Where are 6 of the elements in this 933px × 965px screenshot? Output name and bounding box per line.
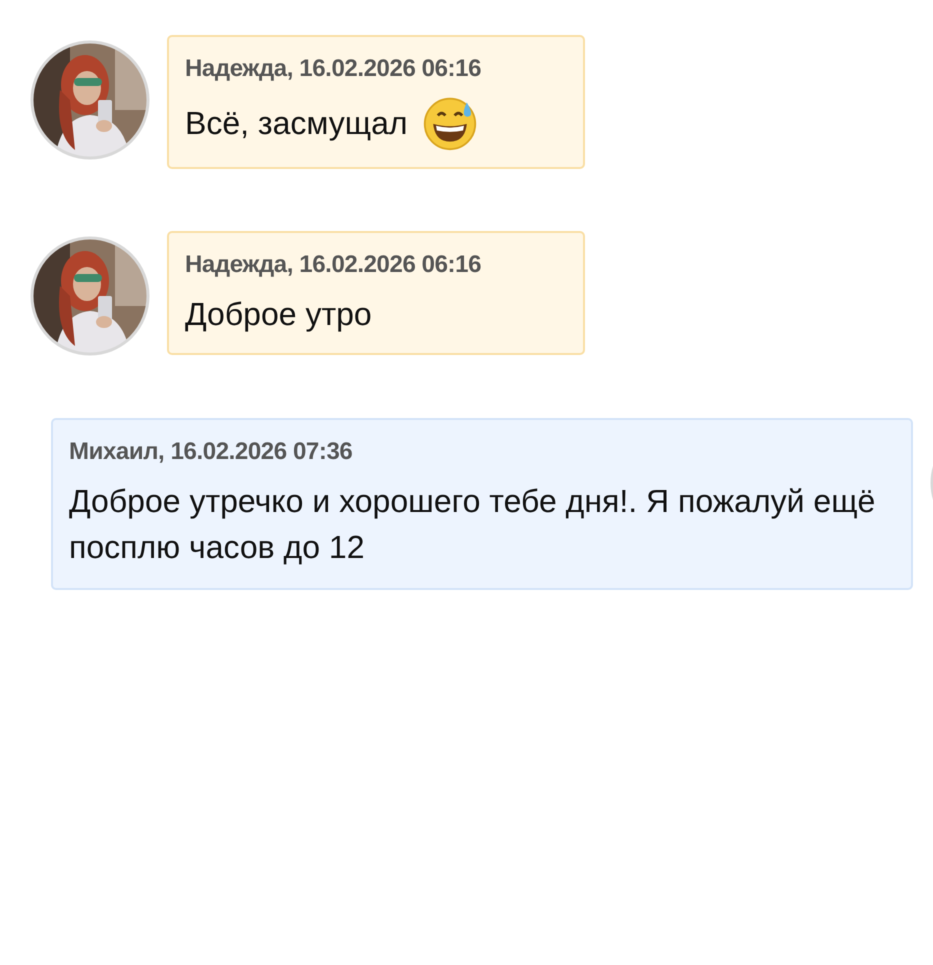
message-text: Доброе утречко и хорошего тебе дня!. Я пожалуй ещё посплю часов до 12	[69, 482, 876, 567]
message-header: Надежда, 16.02.2026 06:16	[185, 55, 482, 83]
message-header: Надежда, 16.02.2026 06:16	[185, 251, 482, 279]
message-header: Михаил, 16.02.2026 07:36	[69, 438, 354, 466]
message-text: Доброе утро	[185, 295, 372, 334]
message-text: Всё, засмущал	[185, 104, 408, 143]
